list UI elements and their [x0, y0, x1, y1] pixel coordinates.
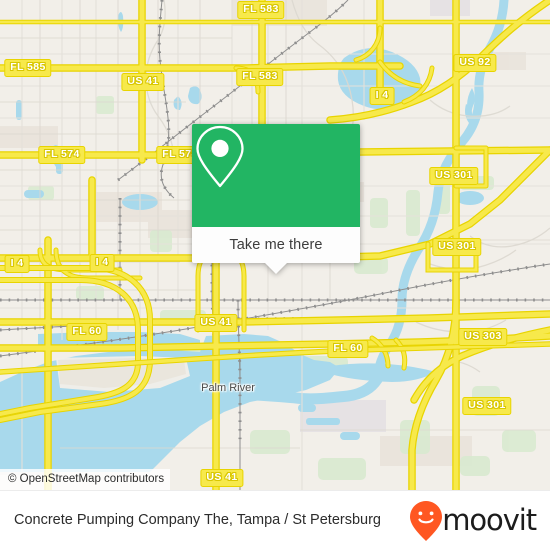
- map-canvas[interactable]: .bg { fill:#f2efe9; } .water{ fill:#a8d9…: [0, 0, 550, 490]
- map-screenshot: .bg { fill:#f2efe9; } .water{ fill:#a8d9…: [0, 0, 550, 550]
- road-shield-fl585: FL 585: [4, 59, 52, 77]
- road-shield-fl574-a: FL 574: [38, 146, 86, 164]
- road-shield-fl60-b: FL 60: [327, 340, 369, 358]
- road-shield-us41-a: US 41: [121, 73, 165, 91]
- osm-attribution[interactable]: © OpenStreetMap contributors: [0, 469, 171, 490]
- road-shield-fl60-a: FL 60: [66, 323, 108, 341]
- location-popup-card[interactable]: Take me there: [192, 124, 360, 274]
- popup-icon-area: [192, 124, 360, 227]
- road-shield-i4-b: I 4: [4, 255, 30, 273]
- map-pin-icon: [196, 125, 244, 188]
- road-shield-us92: US 92: [453, 54, 497, 72]
- popup-action-area[interactable]: Take me there: [192, 227, 360, 274]
- road-shield-us301-b: US 301: [432, 238, 482, 256]
- road-shield-us301-c: US 301: [462, 397, 512, 415]
- road-shield-fl583-a: FL 583: [237, 1, 285, 19]
- popup-tail: [265, 263, 287, 274]
- road-shield-i4-a: I 4: [369, 87, 395, 105]
- road-shield-us301-a: US 301: [429, 167, 479, 185]
- road-shield-fl583-b: FL 583: [236, 68, 284, 86]
- road-shield-us41-b: US 41: [194, 314, 238, 332]
- moovit-wordmark: moovit: [442, 503, 537, 537]
- road-shield-i4-c: I 4: [89, 254, 115, 272]
- road-shield-us303: US 303: [458, 328, 508, 346]
- moovit-logo[interactable]: moovit: [409, 500, 537, 542]
- take-me-there-label: Take me there: [229, 237, 323, 253]
- page-title: Concrete Pumping Company The, Tampa / St…: [14, 512, 381, 528]
- moovit-pin-smiley-icon: [410, 500, 443, 541]
- place-label: Palm River: [201, 382, 255, 394]
- road-shield-us41-c: US 41: [200, 469, 244, 487]
- footer-bar: Concrete Pumping Company The, Tampa / St…: [0, 490, 550, 550]
